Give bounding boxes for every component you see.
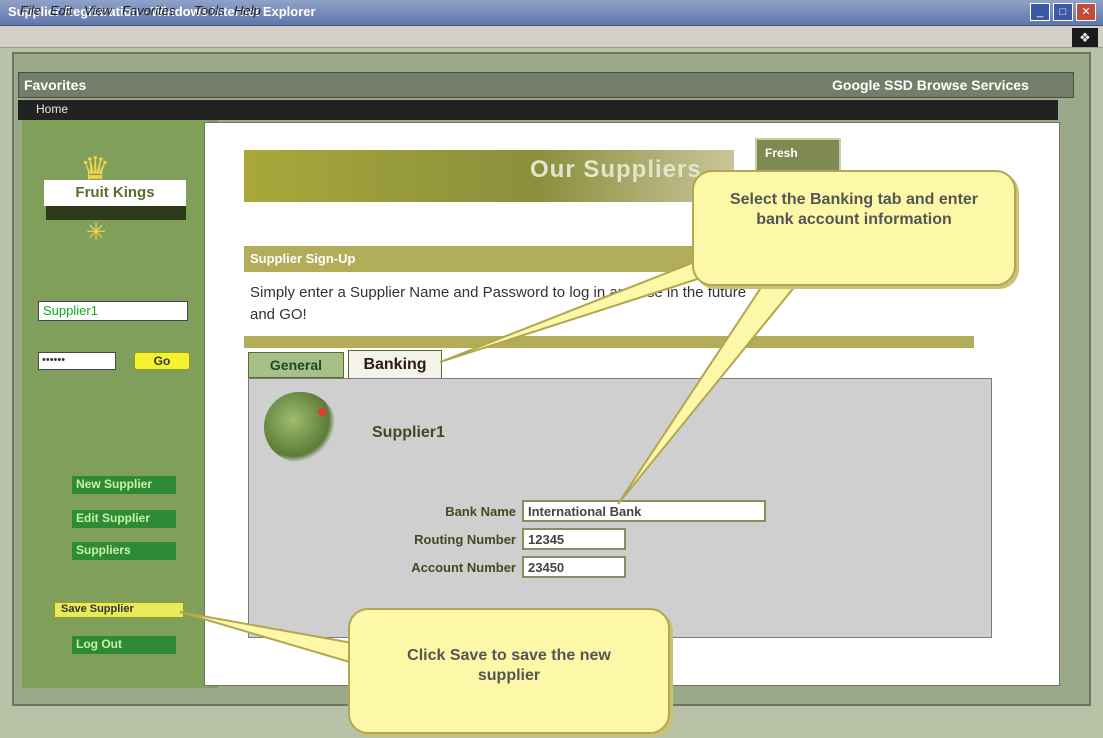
suppliers-link[interactable]: Suppliers: [72, 542, 176, 560]
new-supplier-link[interactable]: New Supplier: [72, 476, 176, 494]
routing-number-label: Routing Number: [414, 532, 516, 547]
maximize-button[interactable]: □: [1053, 3, 1073, 21]
browser-tab[interactable]: Home: [36, 102, 68, 116]
logo-strip: [46, 206, 186, 220]
section-title: Supplier Sign-Up: [250, 251, 356, 266]
account-number-label: Account Number: [411, 560, 516, 575]
page-title: Our Suppliers: [530, 156, 702, 183]
menu-favorites[interactable]: Favorites: [122, 3, 175, 18]
sun-icon: ✳: [86, 219, 107, 246]
menu-tools[interactable]: Tools: [194, 3, 225, 18]
panel-supplier-name: Supplier1: [372, 424, 445, 441]
menu-file[interactable]: File: [20, 3, 41, 18]
logo: Fruit Kings: [44, 180, 186, 206]
minimize-button[interactable]: _: [1030, 3, 1050, 21]
close-button[interactable]: ✕: [1076, 3, 1096, 21]
instructions-text: Simply enter a Supplier Name and Passwor…: [250, 284, 747, 323]
bank-name-input[interactable]: International Bank: [522, 500, 766, 522]
banking-callout: Select the Banking tab and enter bank ac…: [692, 170, 1016, 286]
save-callout: Click Save to save the new supplier: [348, 608, 670, 734]
google-search-link[interactable]: Google SSD Browse Services: [832, 77, 1029, 93]
globe-icon: [264, 392, 336, 462]
supplier-name-input[interactable]: Supplier1: [38, 301, 188, 321]
routing-number-input[interactable]: 12345: [522, 528, 626, 550]
account-number-input[interactable]: 23450: [522, 556, 626, 578]
browser-tab-strip: [18, 100, 1058, 120]
tab-rule: [244, 336, 974, 348]
menu-bar: [0, 26, 1103, 48]
bank-name-label: Bank Name: [445, 504, 516, 519]
save-button[interactable]: Save Supplier: [54, 602, 184, 618]
edit-supplier-link[interactable]: Edit Supplier: [72, 510, 176, 528]
tab-banking[interactable]: Banking: [348, 350, 442, 380]
menu-help[interactable]: Help: [234, 3, 261, 18]
go-button[interactable]: Go: [134, 352, 190, 370]
banner-badge-label: Fresh: [765, 146, 798, 160]
password-input[interactable]: ••••••: [38, 352, 116, 370]
tab-general[interactable]: General: [248, 352, 344, 378]
browser-logo-icon: ❖: [1072, 28, 1098, 47]
log-out-link[interactable]: Log Out: [72, 636, 176, 654]
menu-edit[interactable]: Edit: [50, 3, 72, 18]
favorites-label[interactable]: Favorites: [24, 77, 86, 93]
menu-view[interactable]: View: [84, 3, 112, 18]
map-pin-icon: [318, 408, 326, 416]
